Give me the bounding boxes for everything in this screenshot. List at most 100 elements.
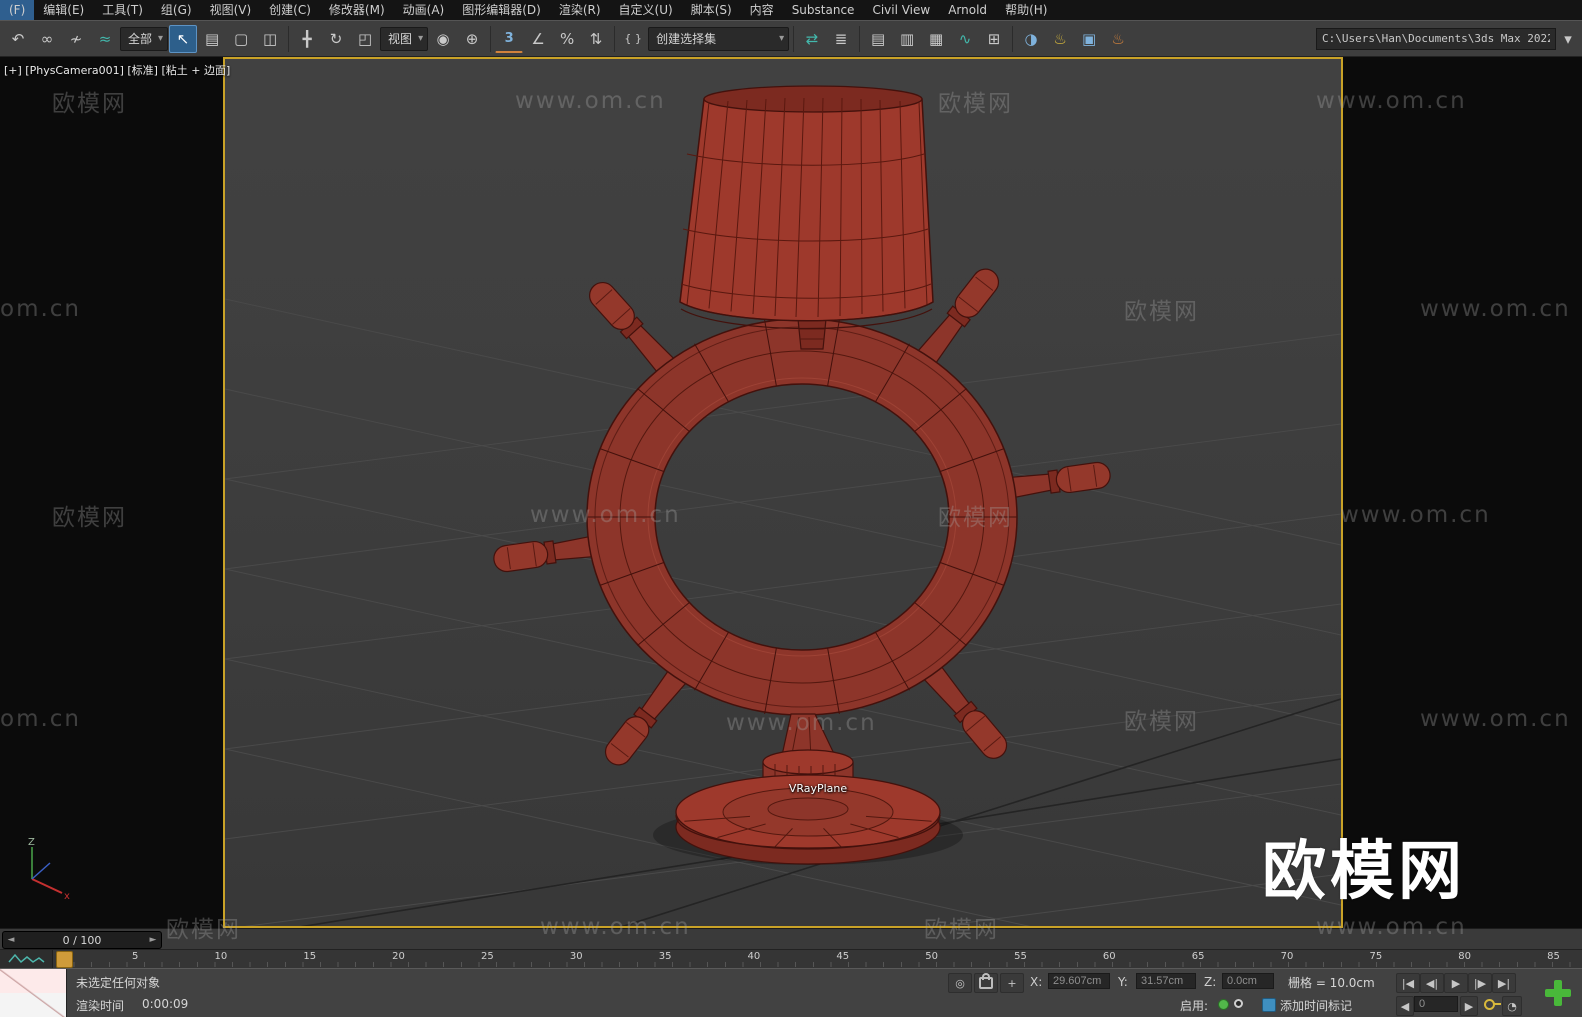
select-and-rotate-icon[interactable] bbox=[322, 25, 350, 53]
trackbar-tick-label: 5 bbox=[132, 951, 138, 962]
absolute-offset-toggle-icon[interactable] bbox=[1000, 973, 1024, 993]
render-setup-icon[interactable] bbox=[1046, 25, 1074, 53]
menu-item[interactable]: 工具(T) bbox=[93, 0, 152, 20]
material-editor-icon[interactable] bbox=[1017, 25, 1045, 53]
frame-decrement-icon[interactable] bbox=[1396, 996, 1414, 1016]
go-to-start-button[interactable] bbox=[1396, 973, 1420, 993]
time-slider-widget[interactable]: ◄ 0 / 100 ► bbox=[2, 931, 162, 949]
object-label[interactable]: VRayPlane bbox=[773, 782, 863, 795]
spinner-snap-icon[interactable] bbox=[582, 25, 610, 53]
rectangular-selection-icon[interactable] bbox=[227, 25, 255, 53]
time-configuration-icon[interactable] bbox=[1502, 996, 1522, 1016]
grid-spacing-text: 栅格 = 10.0cm bbox=[1288, 974, 1375, 991]
y-coord-label: Y: bbox=[1118, 975, 1128, 989]
current-frame-field[interactable] bbox=[1414, 996, 1458, 1012]
rendered-frame-window-icon[interactable] bbox=[1075, 25, 1103, 53]
selection-filter-dropdown[interactable]: 全部 ▾ bbox=[120, 27, 168, 51]
named-selection-sets-dropdown[interactable]: 创建选择集 ▾ bbox=[648, 27, 789, 51]
reference-coordinate-dropdown[interactable]: 视图 ▾ bbox=[380, 27, 428, 51]
menu-item[interactable]: 渲染(R) bbox=[550, 0, 610, 20]
undo-icon[interactable] bbox=[4, 25, 32, 53]
z-coord-field[interactable] bbox=[1222, 973, 1274, 989]
frame-increment-icon[interactable] bbox=[1460, 996, 1478, 1016]
menu-item[interactable]: 图形编辑器(D) bbox=[453, 0, 550, 20]
menu-item[interactable]: 修改器(M) bbox=[320, 0, 394, 20]
menu-item[interactable]: 视图(V) bbox=[201, 0, 261, 20]
camera-viewport[interactable]: VRayPlane bbox=[223, 57, 1343, 928]
menu-item[interactable]: Substance bbox=[783, 0, 864, 20]
trackbar-tick-label: 75 bbox=[1369, 951, 1382, 962]
enable-on-indicator[interactable] bbox=[1218, 999, 1229, 1010]
trackbar-tick-label: 40 bbox=[748, 951, 761, 962]
mirror-icon[interactable] bbox=[798, 25, 826, 53]
selection-status-text: 未选定任何对象 bbox=[76, 974, 160, 991]
select-and-move-icon[interactable] bbox=[293, 25, 321, 53]
window-crossing-icon[interactable] bbox=[256, 25, 284, 53]
mini-curve-editor-button[interactable] bbox=[0, 950, 53, 968]
prev-frame-icon[interactable]: ◄ bbox=[3, 935, 19, 945]
menu-item[interactable]: 帮助(H) bbox=[996, 0, 1056, 20]
toolbar-separator bbox=[859, 26, 860, 52]
project-path-group: ▾ bbox=[1316, 25, 1578, 53]
time-slider-handle[interactable] bbox=[56, 951, 73, 968]
use-pivot-center-icon[interactable] bbox=[429, 25, 457, 53]
render-time-label: 渲染时间 bbox=[76, 997, 124, 1014]
snap-toggle-3d-button[interactable]: 3 bbox=[495, 24, 523, 53]
select-and-scale-icon[interactable] bbox=[351, 25, 379, 53]
enable-off-indicator[interactable] bbox=[1234, 999, 1243, 1008]
select-and-link-icon[interactable] bbox=[33, 25, 61, 53]
unlink-selection-icon[interactable] bbox=[62, 25, 90, 53]
menu-item[interactable]: Arnold bbox=[939, 0, 996, 20]
trackbar-tick-label: 25 bbox=[481, 951, 494, 962]
bind-to-spacewarp-icon[interactable] bbox=[91, 25, 119, 53]
menu-item[interactable]: 编辑(E) bbox=[34, 0, 93, 20]
select-and-manipulate-icon[interactable] bbox=[458, 25, 486, 53]
trackbar-labels: 510152025303540455055606570758085 bbox=[132, 951, 1560, 962]
previous-frame-button[interactable] bbox=[1420, 973, 1444, 993]
key-mode-icon[interactable] bbox=[1484, 999, 1495, 1010]
align-icon[interactable] bbox=[827, 25, 855, 53]
play-button[interactable] bbox=[1444, 973, 1468, 993]
select-object-button[interactable] bbox=[169, 25, 197, 53]
menu-item[interactable]: Civil View bbox=[863, 0, 939, 20]
path-dropdown-icon[interactable]: ▾ bbox=[1558, 25, 1578, 53]
isolate-selection-icon[interactable] bbox=[948, 973, 972, 993]
angle-snap-icon[interactable] bbox=[524, 25, 552, 53]
layer-explorer-icon[interactable] bbox=[893, 25, 921, 53]
render-time-value: 0:00:09 bbox=[142, 997, 188, 1011]
ribbon-toggle-icon[interactable] bbox=[922, 25, 950, 53]
menu-item[interactable]: (F) bbox=[0, 0, 34, 20]
maxscript-mini-listener[interactable] bbox=[0, 969, 67, 1017]
menu-item[interactable]: 内容 bbox=[741, 0, 783, 20]
edit-named-selection-sets-icon[interactable] bbox=[619, 25, 647, 53]
trackbar-tick-label: 70 bbox=[1281, 951, 1294, 962]
menu-item[interactable]: 组(G) bbox=[152, 0, 201, 20]
track-bar[interactable]: 510152025303540455055606570758085 bbox=[0, 949, 1582, 969]
y-coord-field[interactable] bbox=[1136, 973, 1196, 989]
percent-snap-icon[interactable] bbox=[553, 25, 581, 53]
scene-explorer-icon[interactable] bbox=[864, 25, 892, 53]
menu-bar: (F)编辑(E)工具(T)组(G)视图(V)创建(C)修改器(M)动画(A)图形… bbox=[0, 0, 1582, 21]
menu-item[interactable]: 自定义(U) bbox=[610, 0, 682, 20]
trackbar-tick-label: 55 bbox=[1014, 951, 1027, 962]
menu-item[interactable]: 脚本(S) bbox=[682, 0, 741, 20]
menu-item[interactable]: 创建(C) bbox=[260, 0, 320, 20]
trackbar-tick-label: 85 bbox=[1547, 951, 1560, 962]
selection-lock-button[interactable] bbox=[974, 973, 998, 993]
add-time-tag-button[interactable]: 添加时间标记 bbox=[1280, 997, 1352, 1014]
x-coord-field[interactable] bbox=[1048, 973, 1110, 989]
next-frame-icon[interactable]: ► bbox=[145, 935, 161, 945]
viewport-area: VRayPlane [+] [PhysCamera001] [标准] [粘土 +… bbox=[0, 57, 1582, 928]
project-path-field[interactable] bbox=[1316, 28, 1556, 50]
go-to-end-button[interactable] bbox=[1492, 973, 1516, 993]
next-frame-button[interactable] bbox=[1468, 973, 1492, 993]
menu-item[interactable]: 动画(A) bbox=[394, 0, 454, 20]
render-production-icon[interactable] bbox=[1104, 25, 1132, 53]
viewport-label[interactable]: [+] [PhysCamera001] [标准] [粘土 + 边面] bbox=[4, 62, 230, 78]
curve-editor-icon[interactable] bbox=[951, 25, 979, 53]
add-button[interactable] bbox=[1540, 975, 1576, 1011]
schematic-view-icon[interactable] bbox=[980, 25, 1008, 53]
toolbar-separator bbox=[288, 26, 289, 52]
select-by-name-icon[interactable] bbox=[198, 25, 226, 53]
named-selection-sets-value: 创建选择集 bbox=[656, 30, 773, 47]
